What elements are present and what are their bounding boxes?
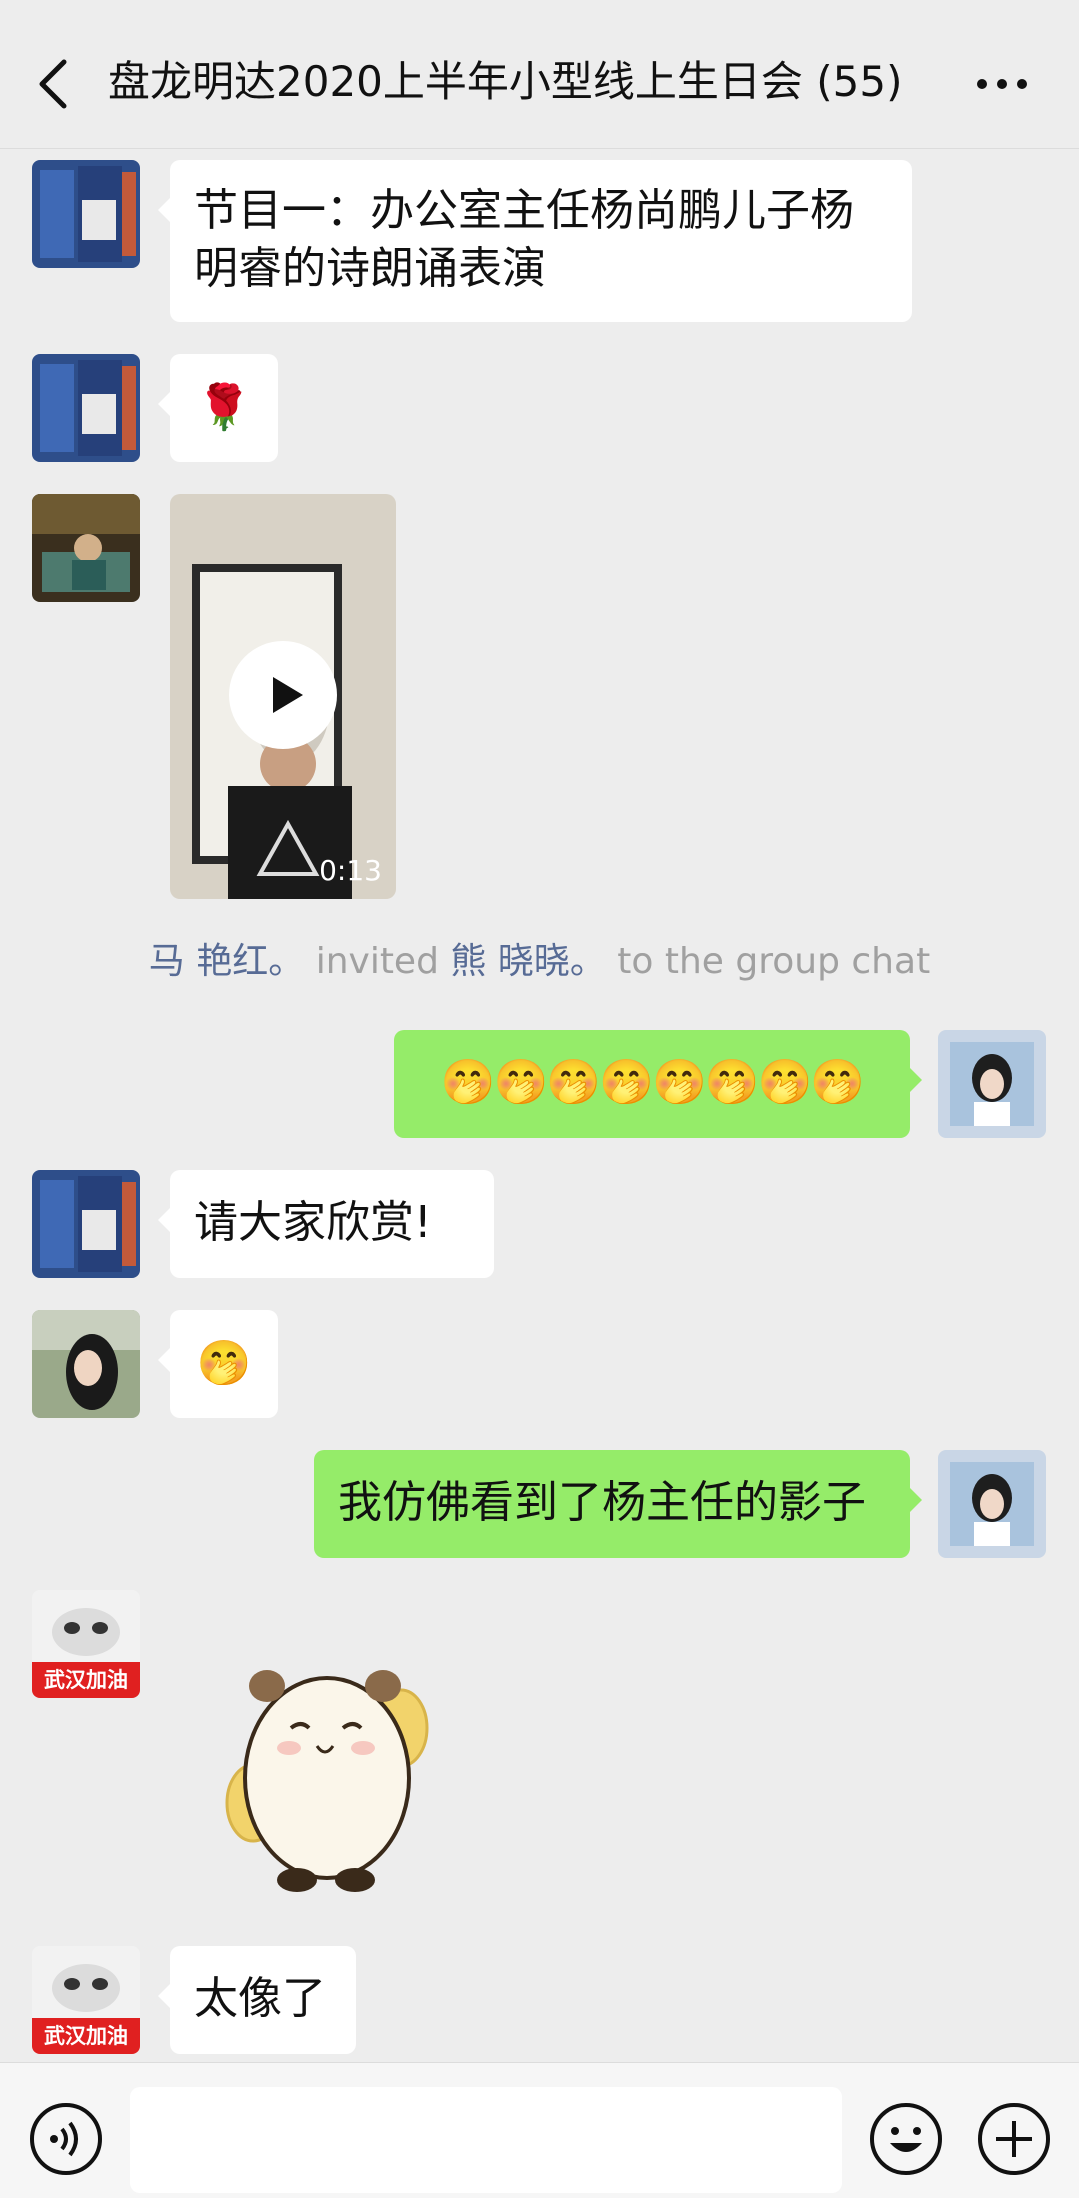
- avatar-caption: 武汉加油: [44, 2024, 128, 2048]
- avatar[interactable]: 武汉加油: [32, 1590, 140, 1698]
- input-bar: [0, 2062, 1079, 2198]
- message-input[interactable]: [130, 2087, 842, 2193]
- avatar[interactable]: [32, 354, 140, 462]
- avatar-caption: 武汉加油: [44, 1668, 128, 1692]
- voice-icon[interactable]: [28, 2101, 104, 2177]
- rose-icon: 🌹: [196, 382, 252, 433]
- chevron-left-icon[interactable]: [30, 52, 80, 116]
- chat-title: 盘龙明达2020上半年小型线上生日会 (55): [108, 57, 903, 106]
- message-text: 🤭🤭🤭🤭🤭🤭🤭🤭: [440, 1057, 865, 1108]
- system-suffix: to the group chat: [605, 941, 931, 982]
- message-bubble-self[interactable]: 🤭🤭🤭🤭🤭🤭🤭🤭: [394, 1030, 922, 1138]
- avatar[interactable]: [32, 1310, 140, 1418]
- emoji-icon[interactable]: [868, 2101, 944, 2177]
- chat-header: 盘龙明达2020上半年小型线上生日会 (55): [0, 0, 1079, 149]
- message-bubble[interactable]: 节目一：办公室主任杨尚鹏儿子杨明睿的诗朗诵表演: [158, 160, 912, 322]
- emoji-message[interactable]: 🌹: [158, 354, 278, 462]
- ellipsis-icon[interactable]: [972, 58, 1032, 110]
- emoji-message[interactable]: 🤭: [158, 1310, 278, 1418]
- message-bubble[interactable]: 请大家欣赏!: [158, 1170, 494, 1278]
- video-message[interactable]: 0:13: [170, 494, 396, 899]
- message-bubble[interactable]: 太像了: [158, 1946, 356, 2054]
- hand-over-mouth-icon: 🤭: [196, 1338, 252, 1389]
- plus-icon[interactable]: [976, 2101, 1052, 2177]
- avatar[interactable]: 武汉加油: [32, 1946, 140, 2054]
- self-avatar[interactable]: [938, 1450, 1046, 1558]
- video-duration: 0:13: [319, 854, 382, 887]
- avatar[interactable]: [32, 494, 140, 602]
- play-icon[interactable]: [229, 641, 337, 749]
- system-verb: invited: [304, 941, 451, 982]
- avatar[interactable]: [32, 1170, 140, 1278]
- self-avatar[interactable]: [938, 1030, 1046, 1138]
- panda-sticker[interactable]: [205, 1628, 455, 1898]
- actor-name[interactable]: 马 艳红。: [149, 941, 304, 982]
- target-name[interactable]: 熊 晓晓。: [450, 941, 605, 982]
- avatar[interactable]: [32, 160, 140, 268]
- system-message: 马 艳红。 invited 熊 晓晓。 to the group chat: [0, 932, 1079, 992]
- message-bubble-self[interactable]: 我仿佛看到了杨主任的影子: [314, 1450, 922, 1558]
